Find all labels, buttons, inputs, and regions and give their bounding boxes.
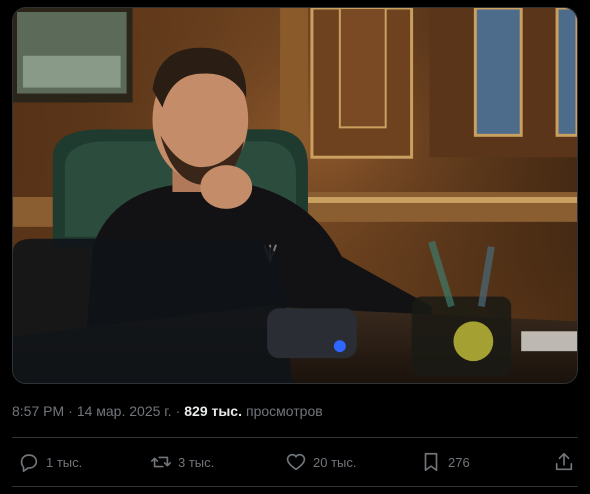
reply-icon <box>20 454 38 472</box>
repost-count: 3 тыс. <box>178 454 215 470</box>
share-button[interactable] <box>553 447 575 477</box>
share-icon <box>555 452 573 471</box>
views-label: просмотров <box>246 403 323 419</box>
divider <box>12 437 578 438</box>
photo-illustration <box>13 8 577 383</box>
like-count: 20 тыс. <box>313 454 357 470</box>
bookmark-icon <box>424 452 438 472</box>
tweet-photo[interactable] <box>12 7 578 384</box>
tweet-actions: 1 тыс. 3 тыс. 20 тыс. 276 <box>12 447 578 477</box>
heart-icon <box>286 453 306 471</box>
meta-separator: · <box>68 403 73 419</box>
tweet-date[interactable]: 14 мар. 2025 г. <box>77 403 172 419</box>
like-button[interactable]: 20 тыс. <box>285 447 356 477</box>
views-count: 829 тыс. <box>184 403 242 419</box>
repost-icon <box>151 456 171 468</box>
divider <box>12 486 578 487</box>
repost-button[interactable]: 3 тыс. <box>150 447 214 477</box>
bookmark-button[interactable]: 276 <box>420 447 470 477</box>
meta-separator: · <box>175 403 181 419</box>
tweet-time[interactable]: 8:57 PM <box>12 403 64 419</box>
tweet-meta: 8:57 PM · 14 мар. 2025 г. · 829 тыс. про… <box>12 402 323 420</box>
bookmark-count: 276 <box>448 454 470 470</box>
reply-count: 1 тыс. <box>46 454 83 470</box>
reply-button[interactable]: 1 тыс. <box>18 447 82 477</box>
